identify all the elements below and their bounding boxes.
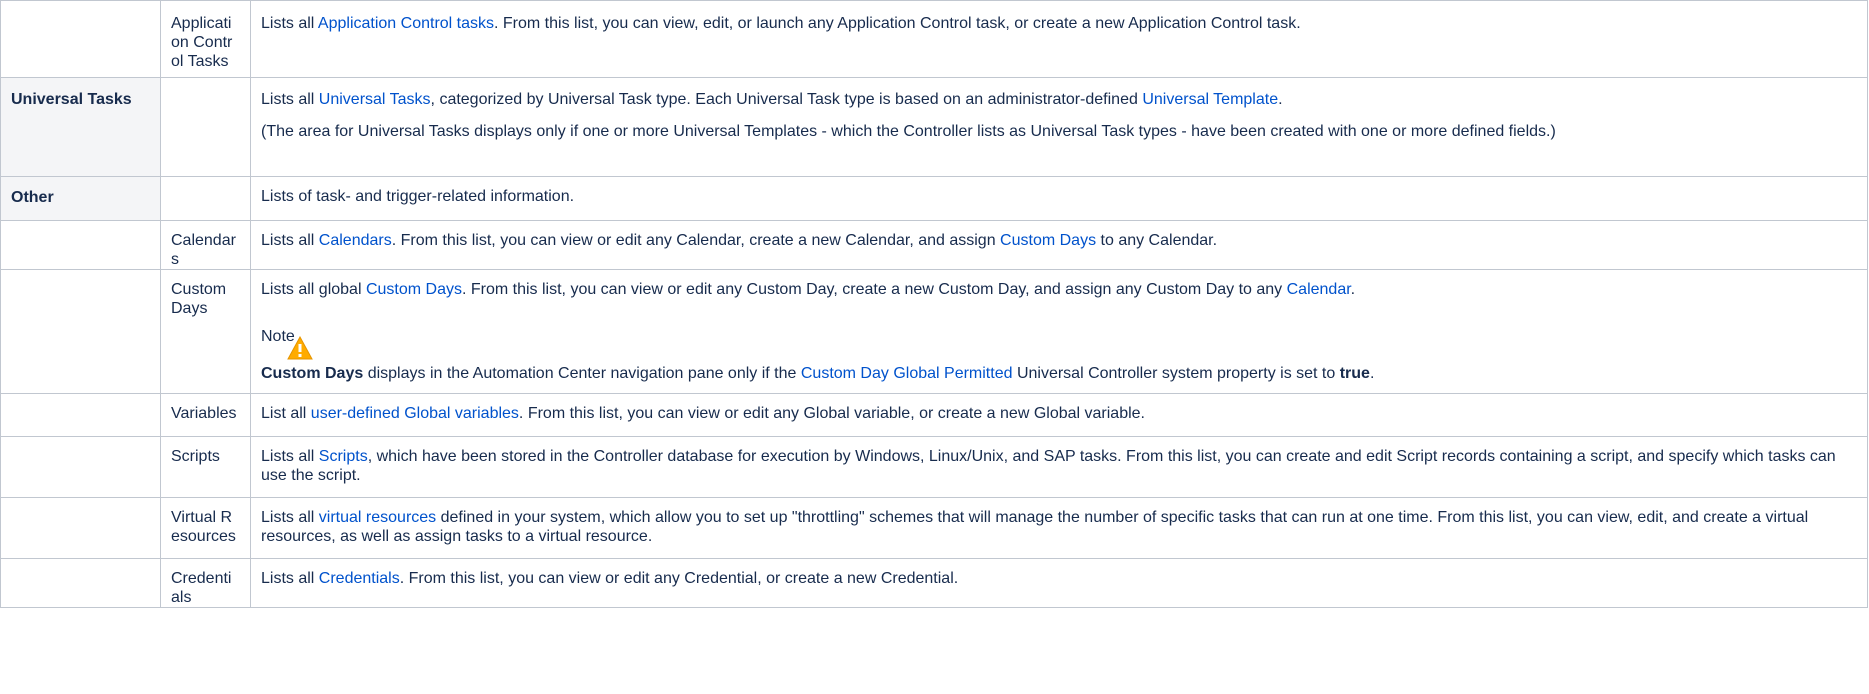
desc-text: to any Calendar. — [1096, 232, 1218, 249]
item-name-cell: Virtual Resources — [160, 497, 251, 559]
desc-text: List all — [261, 405, 311, 422]
scripts-link[interactable]: Scripts — [319, 448, 368, 465]
application-control-tasks-link[interactable]: Application Control tasks — [318, 15, 494, 32]
desc-paragraph: (The area for Universal Tasks displays o… — [261, 123, 1556, 140]
desc-text: displays in the Automation Center naviga… — [363, 365, 801, 382]
desc-paragraph: Lists all global Custom Days. From this … — [261, 280, 1857, 299]
desc-text: . From this list, you can view, edit, or… — [494, 15, 1301, 32]
item-name: Calendars — [171, 232, 236, 268]
calendars-link[interactable]: Calendars — [319, 232, 392, 249]
description-cell: Lists all Application Control tasks. Fro… — [250, 0, 1868, 78]
description-cell: Lists of task- and trigger-related infor… — [250, 176, 1868, 221]
category-cell — [0, 436, 161, 498]
note-panel: Note Custom Days displays in the Automat… — [261, 327, 1857, 383]
universal-tasks-link[interactable]: Universal Tasks — [319, 91, 431, 108]
custom-day-global-permitted-link[interactable]: Custom Day Global Permitted — [801, 365, 1013, 382]
item-name-cell: Custom Days — [160, 269, 251, 394]
desc-text: Lists all — [261, 570, 319, 587]
desc-text: . From this list, you can view or edit a… — [461, 281, 1287, 298]
desc-text: . — [1278, 91, 1283, 108]
category-cell: Other — [0, 176, 161, 221]
desc-text: Lists all — [261, 15, 318, 32]
desc-text: . — [1350, 281, 1356, 298]
virtual-resources-link[interactable]: virtual resources — [319, 509, 436, 526]
desc-text: Lists all — [261, 91, 319, 108]
item-name-cell: Calendars — [160, 220, 251, 270]
calendar-link[interactable]: Calendar — [1287, 281, 1351, 298]
item-name-cell: Application Control Tasks — [160, 0, 251, 78]
desc-text: defined in your system, which allow you … — [261, 509, 1809, 545]
task-lists-table: Application Control Tasks Lists all Appl… — [0, 0, 1868, 608]
desc-text: . From this list, you can view or edit a… — [391, 232, 1001, 249]
description-cell: Lists all Calendars. From this list, you… — [250, 220, 1868, 270]
item-name: Credentials — [171, 570, 232, 606]
table-row: Credentials Lists all Credentials. From … — [0, 558, 1868, 608]
note-icon-wrap — [261, 335, 1857, 362]
desc-text: . From this list, you can view or edit a… — [518, 405, 1145, 422]
description-cell: Lists all virtual resources defined in y… — [250, 497, 1868, 559]
global-variables-link[interactable]: user-defined Global variables — [311, 405, 519, 422]
category-label: Universal Tasks — [11, 91, 132, 108]
note-body: Custom Days displays in the Automation C… — [261, 364, 1857, 383]
description-cell: Lists all Universal Tasks, categorized b… — [250, 77, 1868, 177]
item-name-cell: Credentials — [160, 558, 251, 608]
table-row: Universal Tasks Lists all Universal Task… — [0, 77, 1868, 177]
desc-text: Lists all global — [261, 281, 366, 298]
description-cell: Lists all global Custom Days. From this … — [250, 269, 1868, 394]
desc-text: Lists of task- and trigger-related infor… — [261, 188, 575, 205]
item-name-cell — [160, 77, 251, 177]
category-cell — [0, 393, 161, 437]
table-row: Virtual Resources Lists all virtual reso… — [0, 497, 1868, 559]
category-cell — [0, 497, 161, 559]
note-value: true — [1339, 365, 1370, 382]
item-name-cell — [160, 176, 251, 221]
desc-text: Universal Controller system property is … — [1012, 365, 1340, 382]
category-cell: Universal Tasks — [0, 77, 161, 177]
description-cell: Lists all Scripts, which have been store… — [250, 436, 1868, 498]
desc-text: Lists all — [261, 448, 319, 465]
item-name-cell: Scripts — [160, 436, 251, 498]
desc-text: . From this list, you can view or edit a… — [399, 570, 959, 587]
item-name: Virtual Resources — [171, 509, 236, 545]
note-title: Note — [261, 328, 295, 345]
table-row: Custom Days Lists all global Custom Days… — [0, 269, 1868, 394]
item-name: Variables — [171, 405, 237, 422]
table-row: Other Lists of task- and trigger-related… — [0, 176, 1868, 221]
desc-text: , which have been stored in the Controll… — [261, 448, 1836, 484]
category-cell — [0, 269, 161, 394]
warning-triangle-icon — [287, 335, 313, 365]
note-bold-text: Custom Days — [261, 365, 364, 382]
category-cell — [0, 220, 161, 270]
universal-template-link[interactable]: Universal Template — [1142, 91, 1278, 108]
category-label: Other — [11, 189, 54, 206]
description-cell: Lists all Credentials. From this list, y… — [250, 558, 1868, 608]
category-cell — [0, 558, 161, 608]
credentials-link[interactable]: Credentials — [319, 570, 400, 587]
desc-paragraph: Lists all Universal Tasks, categorized b… — [261, 90, 1857, 109]
description-cell: List all user-defined Global variables. … — [250, 393, 1868, 437]
table-row: Scripts Lists all Scripts, which have be… — [0, 436, 1868, 498]
table-row: Calendars Lists all Calendars. From this… — [0, 220, 1868, 270]
item-name: Custom Days — [171, 281, 227, 317]
item-name: Scripts — [171, 448, 220, 465]
category-cell — [0, 0, 161, 78]
custom-days-link[interactable]: Custom Days — [1000, 232, 1096, 249]
item-name-cell: Variables — [160, 393, 251, 437]
desc-text: , categorized by Universal Task type. Ea… — [430, 91, 1143, 108]
desc-text: . — [1369, 365, 1375, 382]
desc-text: Lists all — [261, 232, 319, 249]
item-name: Application Control Tasks — [171, 15, 233, 70]
table-row: Variables List all user-defined Global v… — [0, 393, 1868, 437]
custom-days-link[interactable]: Custom Days — [366, 281, 462, 298]
table-row: Application Control Tasks Lists all Appl… — [0, 0, 1868, 78]
desc-text: Lists all — [261, 509, 319, 526]
